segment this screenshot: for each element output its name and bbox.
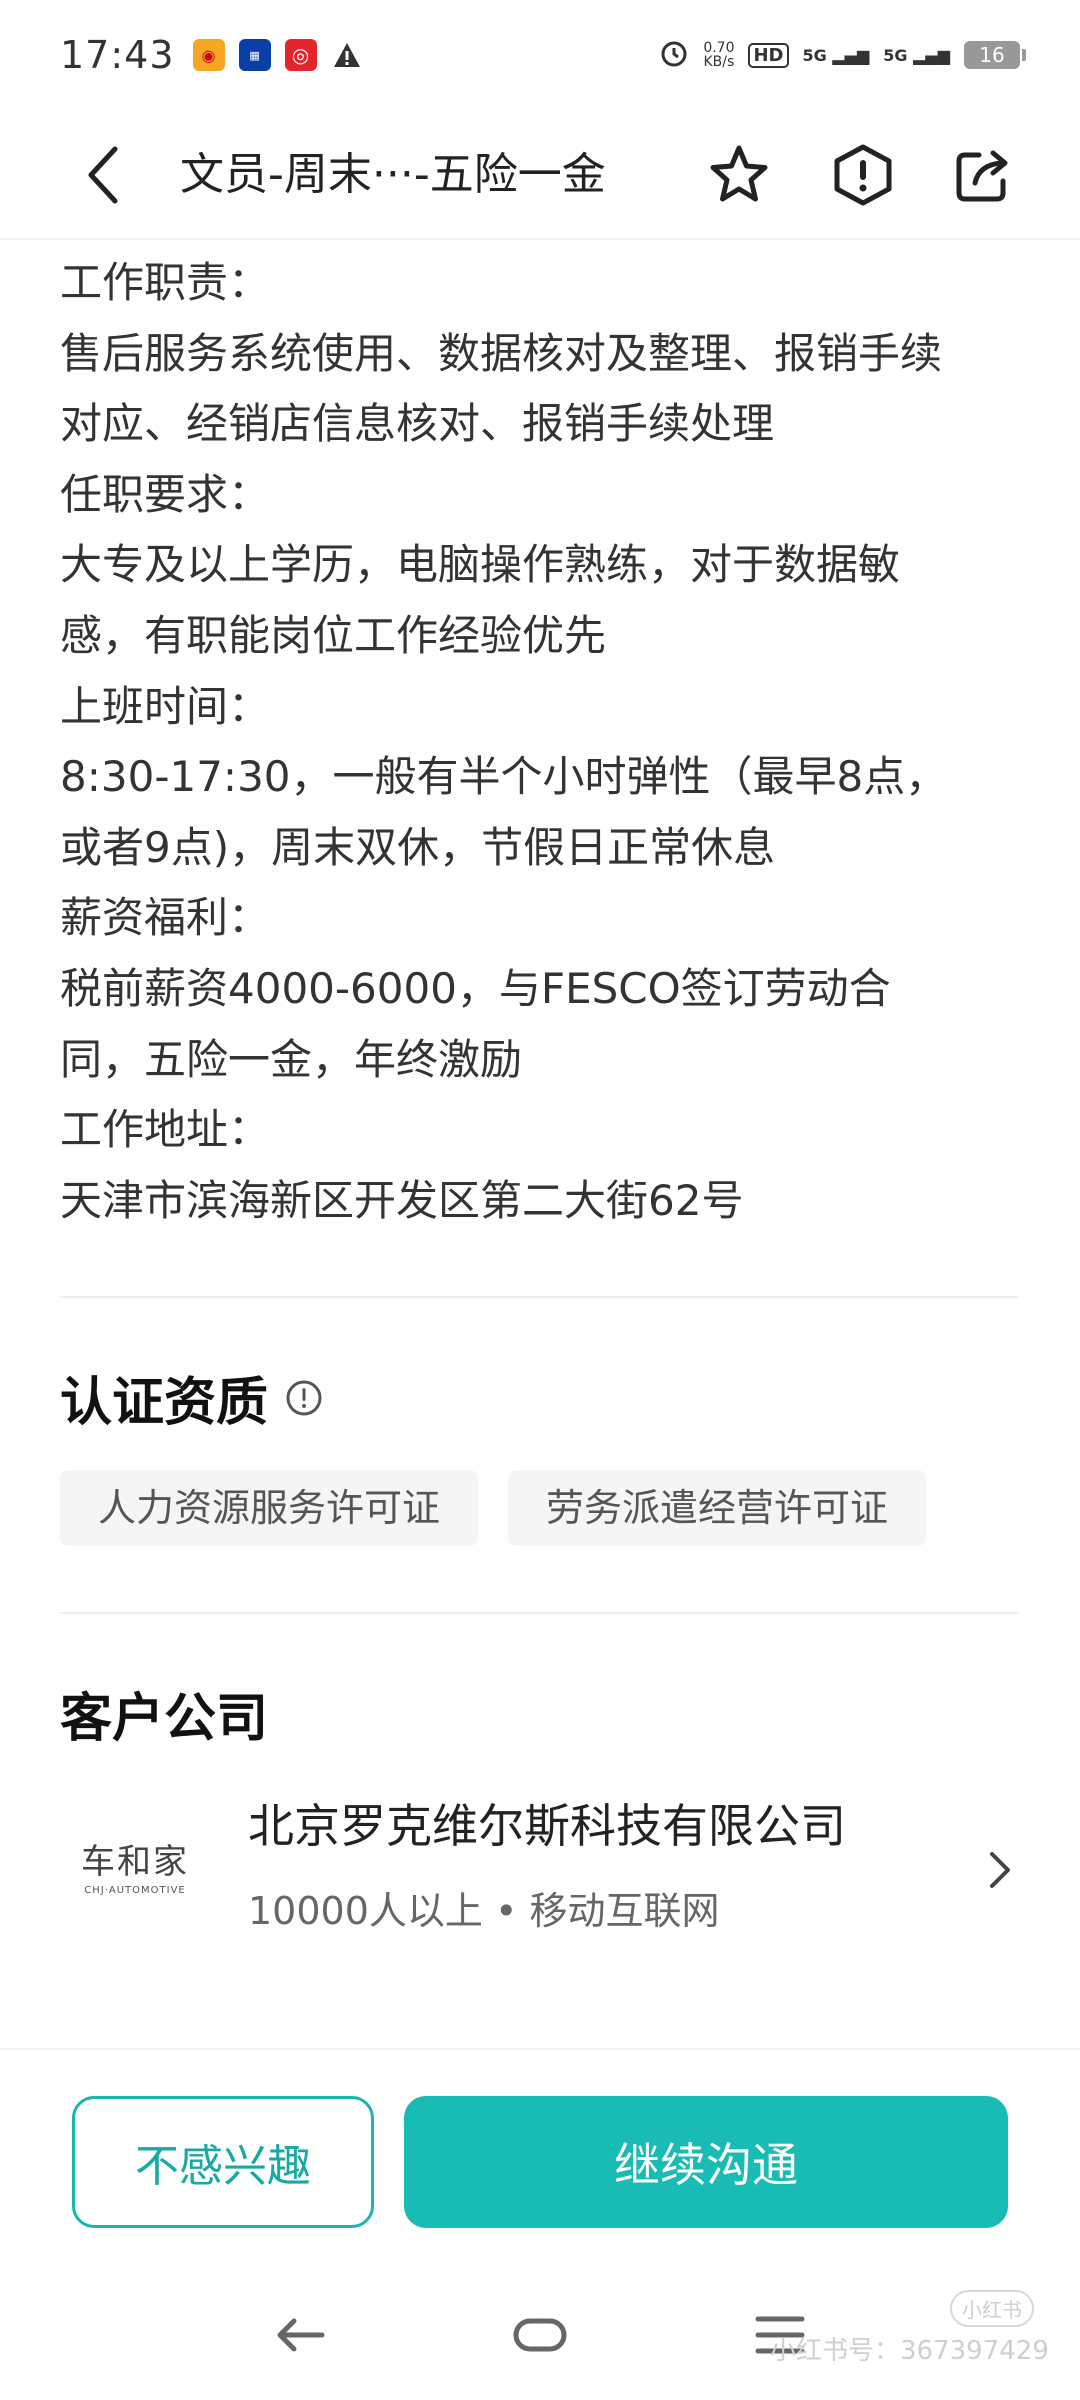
not-interested-button[interactable]: 不感兴趣: [72, 2096, 374, 2228]
job-description: 工作职责： 售后服务系统使用、数据核对及整理、报销手续 对应、经销店信息核对、报…: [60, 248, 1020, 1236]
chevron-left-icon: [88, 146, 118, 204]
desc-line: 任职要求：: [60, 469, 271, 519]
logo-en-text: CHJ·AUTOMOTIVE: [84, 1885, 186, 1896]
notification-icons: ◉ ▦ ◎: [192, 39, 363, 71]
desc-line: 上班时间：: [60, 681, 271, 731]
net-speed-unit: KB/s: [703, 54, 735, 70]
certification-title-text: 认证资质: [60, 1373, 269, 1433]
section-divider: [60, 1296, 1018, 1298]
weibo-icon: ◉: [192, 39, 225, 71]
certification-section-title: 认证资质: [60, 1360, 324, 1435]
sim1-label: 5G: [802, 45, 827, 65]
cctv-news-icon: ▦: [238, 39, 271, 71]
page-title: 文员-周末···-五险一金: [180, 149, 606, 200]
cert-tag: 人力资源服务许可证: [60, 1470, 479, 1546]
status-time: 17:43: [60, 33, 175, 77]
company-meta: 10000人以上 • 移动互联网: [248, 1889, 720, 1933]
share-icon: [956, 150, 1008, 202]
warning-icon: [331, 39, 363, 71]
company-name: 北京罗克维尔斯科技有限公司: [248, 1799, 846, 1853]
watermark-logo: 小红书: [950, 2290, 1034, 2327]
continue-chat-button[interactable]: 继续沟通: [404, 2096, 1008, 2228]
alarm-icon: [659, 38, 689, 72]
netease-music-icon: ◎: [284, 39, 317, 71]
desc-line: 感，有职能岗位工作经验优先: [60, 610, 607, 660]
desc-line: 售后服务系统使用、数据核对及整理、报销手续: [60, 328, 943, 378]
favorite-button[interactable]: [702, 138, 776, 212]
desc-line: 同，五险一金，年终激励: [60, 1034, 523, 1084]
desc-line: 或者9点)，周末双休，节假日正常休息: [60, 822, 776, 872]
client-company-section-title: 客户公司: [60, 1689, 269, 1749]
section-divider: [60, 1612, 1018, 1614]
desc-line: 大专及以上学历，电脑操作熟练，对于数据敏: [60, 540, 901, 590]
desc-line: 工作职责：: [60, 258, 271, 307]
desc-line: 对应、经销店信息核对、报销手续处理: [60, 399, 775, 449]
watermark: 小红书 小红书号：367397429: [770, 2290, 1049, 2367]
chevron-right-icon: [980, 1840, 1020, 1900]
desc-line: 工作地址：: [60, 1105, 271, 1155]
status-bar: 17:43 ◉ ▦ ◎ 0.70 KB/s HD 5G ▂▄▆ 5G ▂▄▆ 1…: [0, 0, 1080, 110]
desc-line: 天津市滨海新区开发区第二大街62号: [60, 1175, 744, 1225]
star-icon: [710, 145, 768, 202]
system-status-icons: 0.70 KB/s HD 5G ▂▄▆ 5G ▂▄▆ 16: [659, 38, 1026, 72]
back-button[interactable]: [68, 140, 138, 210]
desc-line: 8:30-17:30，一般有半个小时弹性（最早8点，: [60, 752, 948, 802]
info-icon[interactable]: [284, 1378, 324, 1418]
sim2-label: 5G: [883, 45, 908, 65]
report-button[interactable]: [826, 138, 900, 212]
top-nav-bar: 文员-周末···-五险一金: [0, 110, 1080, 240]
cert-tag: 劳务派遣经营许可证: [508, 1470, 927, 1546]
client-company-card[interactable]: 车和家 CHJ·AUTOMOTIVE 北京罗克维尔斯科技有限公司 10000人以…: [60, 1790, 1020, 1950]
home-pill-icon: [513, 2318, 567, 2352]
nav-back-button[interactable]: [260, 2295, 340, 2375]
nav-home-button[interactable]: [500, 2295, 580, 2375]
network-speed: 0.70 KB/s: [703, 41, 734, 69]
watermark-text: 小红书号：367397429: [770, 2336, 1049, 2366]
arrow-left-icon: [277, 2318, 325, 2352]
share-button[interactable]: [946, 138, 1020, 212]
signal-5g-icon-2: 5G ▂▄▆: [883, 45, 950, 65]
hd-voice-icon: HD: [748, 42, 789, 68]
certification-tags: 人力资源服务许可证 劳务派遣经营许可证: [60, 1470, 927, 1546]
battery-icon: 16: [964, 41, 1026, 69]
alert-icon: [834, 144, 892, 206]
desc-line: 税前薪资4000-6000，与FESCO签订劳动合: [60, 963, 891, 1013]
bottom-action-bar: 不感兴趣 继续沟通: [0, 2048, 1080, 2258]
company-logo: 车和家 CHJ·AUTOMOTIVE: [60, 1810, 210, 1920]
desc-line: 薪资福利：: [60, 893, 271, 943]
signal-5g-icon-1: 5G ▂▄▆: [802, 45, 870, 65]
logo-cn-text: 车和家: [81, 1842, 189, 1882]
